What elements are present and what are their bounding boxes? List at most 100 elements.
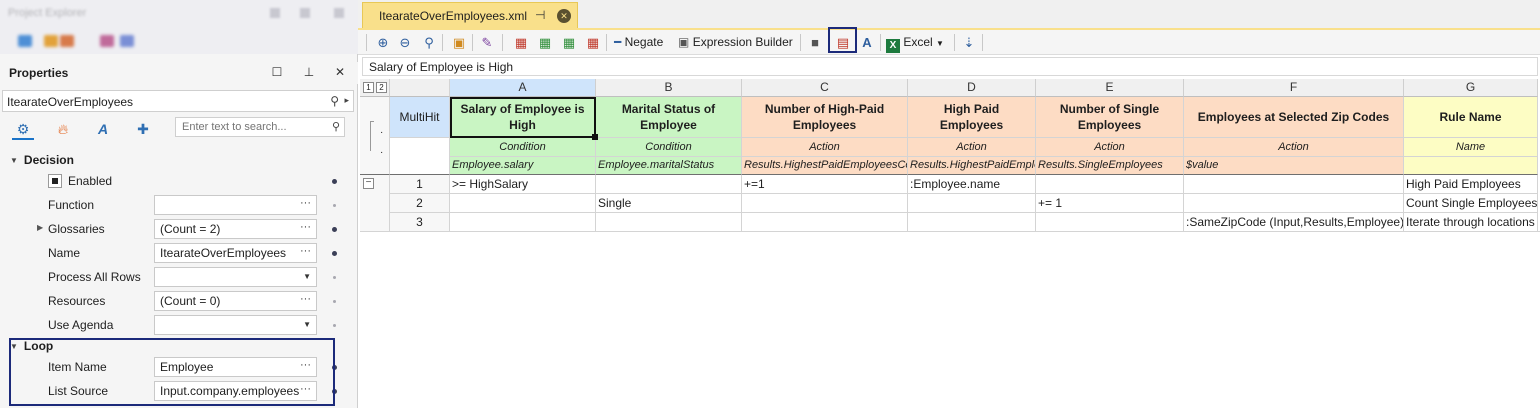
multihit-cell[interactable]: MultiHit	[390, 97, 450, 138]
column-expression[interactable]: Employee.maritalStatus	[596, 157, 742, 175]
blurred-icon[interactable]	[120, 35, 134, 47]
maximize-icon[interactable]: ☐	[270, 65, 284, 79]
events-tab-icon[interactable]: 🔥︎	[52, 118, 74, 140]
chevron-right-icon[interactable]: ▸	[344, 95, 349, 106]
negate-button[interactable]: ━ Negate	[614, 33, 663, 52]
close-icon[interactable]: ✕	[557, 9, 571, 23]
column-header[interactable]: Rule Name	[1404, 97, 1538, 138]
column-header[interactable]: Marital Status of Employee	[596, 97, 742, 138]
blurred-icon[interactable]	[44, 35, 58, 47]
table-cell[interactable]: += 1	[1036, 194, 1184, 213]
object-selector[interactable]: ItearateOverEmployees ⚲ ▸	[2, 90, 354, 112]
table-cell[interactable]	[1036, 213, 1184, 232]
row-number[interactable]: 1	[390, 175, 450, 194]
ellipsis-button[interactable]: ···	[300, 359, 311, 371]
table-cell[interactable]	[1184, 175, 1404, 194]
table-cell[interactable]: >= HighSalary	[450, 175, 596, 194]
caret-down-icon[interactable]: ▼	[10, 156, 18, 165]
chevron-down-icon[interactable]: ▼	[303, 320, 311, 329]
table-cell[interactable]	[450, 213, 596, 232]
document-tab[interactable]: ItearateOverEmployees.xml ⊣ ✕	[362, 2, 578, 29]
list-source-field[interactable]: Input.company.employees ···	[154, 381, 317, 401]
column-type[interactable]: Condition	[596, 138, 742, 157]
search-icon[interactable]: ⚲	[330, 94, 339, 108]
zoom-fit-icon[interactable]: ⚲	[420, 33, 438, 52]
table-cell[interactable]: +=1	[742, 175, 908, 194]
column-expression[interactable]	[1404, 157, 1538, 175]
group-level-button[interactable]: 1	[363, 82, 374, 93]
property-search-input[interactable]	[176, 118, 324, 136]
collapse-icon[interactable]: −	[363, 178, 374, 189]
row-number[interactable]: 2	[390, 194, 450, 213]
search-icon[interactable]: ⚲	[332, 120, 340, 133]
column-expression[interactable]: $value	[1184, 157, 1404, 175]
blurred-icon[interactable]	[100, 35, 114, 47]
column-letter[interactable]: B	[596, 79, 742, 97]
function-field[interactable]: ···	[154, 195, 317, 215]
table-cell[interactable]	[908, 194, 1036, 213]
table-cell[interactable]: Single	[596, 194, 742, 213]
close-icon[interactable]: ✕	[333, 65, 347, 79]
enabled-checkbox[interactable]	[48, 174, 62, 188]
column-expression[interactable]: Results.HighestPaidEmployeesCoun	[742, 157, 908, 175]
expression-builder-button[interactable]: ▣ Expression Builder	[678, 33, 793, 52]
property-search-box[interactable]: ⚲	[175, 117, 345, 137]
delete-row-icon[interactable]: ▦	[584, 33, 602, 52]
ellipsis-button[interactable]: ···	[300, 197, 311, 209]
column-header[interactable]: Salary of Employee is High	[450, 97, 596, 138]
column-header[interactable]: High Paid Employees	[908, 97, 1036, 138]
column-type[interactable]: Action	[742, 138, 908, 157]
sort-icon[interactable]: ⇣	[960, 33, 978, 52]
ellipsis-button[interactable]: ···	[300, 221, 311, 233]
column-header[interactable]: Number of High-Paid Employees	[742, 97, 908, 138]
column-type[interactable]: Action	[1184, 138, 1404, 157]
table-cell[interactable]: :SameZipCode (Input,Results,Employee)	[1184, 213, 1404, 232]
column-letter[interactable]: D	[908, 79, 1036, 97]
excel-dropdown[interactable]: X Excel ▼	[886, 33, 944, 53]
caret-down-icon[interactable]: ▼	[10, 342, 18, 351]
column-expression[interactable]: Results.HighestPaidEmploy	[908, 157, 1036, 175]
column-letter[interactable]: F	[1184, 79, 1404, 97]
expand-icon[interactable]: ▶	[37, 223, 43, 232]
insert-column-icon[interactable]: ▦	[560, 33, 578, 52]
table-cell[interactable]: Count Single Employees	[1404, 194, 1538, 213]
formula-bar[interactable]: Salary of Employee is High	[362, 57, 1538, 76]
table-properties-icon[interactable]: ▤	[834, 33, 852, 52]
blurred-icon[interactable]	[300, 8, 310, 18]
ellipsis-button[interactable]: ···	[300, 245, 311, 257]
table-cell[interactable]: High Paid Employees	[1404, 175, 1538, 194]
chevron-down-icon[interactable]: ▼	[303, 272, 311, 281]
table-cell[interactable]	[908, 213, 1036, 232]
insert-row-icon[interactable]: ▦	[536, 33, 554, 52]
table-cell[interactable]: :Employee.name	[908, 175, 1036, 194]
delete-column-icon[interactable]: ▦	[512, 33, 530, 52]
pin-icon[interactable]: ⊣	[535, 8, 545, 22]
use-agenda-dropdown[interactable]: ▼	[154, 315, 317, 335]
column-expression[interactable]: Employee.salary	[450, 157, 596, 175]
item-name-field[interactable]: Employee ···	[154, 357, 317, 377]
column-letter[interactable]: A	[450, 79, 596, 97]
book-icon[interactable]: ■	[806, 33, 824, 52]
column-letter[interactable]: G	[1404, 79, 1538, 97]
resources-field[interactable]: (Count = 0) ···	[154, 291, 317, 311]
image-icon[interactable]: ▣	[450, 33, 468, 52]
table-cell[interactable]	[742, 213, 908, 232]
format-tab-icon[interactable]: A	[92, 118, 114, 140]
table-cell[interactable]	[1184, 194, 1404, 213]
column-letter[interactable]: C	[742, 79, 908, 97]
zoom-out-icon[interactable]: ⊖	[396, 33, 414, 52]
ellipsis-button[interactable]: ···	[300, 383, 311, 395]
column-type[interactable]: Name	[1404, 138, 1538, 157]
column-expression[interactable]: Results.SingleEmployees	[1036, 157, 1184, 175]
table-cell[interactable]	[596, 175, 742, 194]
blurred-icon[interactable]	[270, 8, 280, 18]
settings-tab-icon[interactable]: ⚙	[12, 118, 34, 140]
group-level-button[interactable]: 2	[376, 82, 387, 93]
blurred-icon[interactable]	[334, 8, 344, 18]
blurred-icon[interactable]	[60, 35, 74, 47]
name-field[interactable]: ItearateOverEmployees ···	[154, 243, 317, 263]
column-type[interactable]: Action	[908, 138, 1036, 157]
pin-icon[interactable]: ⊥	[302, 65, 316, 79]
table-cell[interactable]	[450, 194, 596, 213]
row-number[interactable]: 3	[390, 213, 450, 232]
